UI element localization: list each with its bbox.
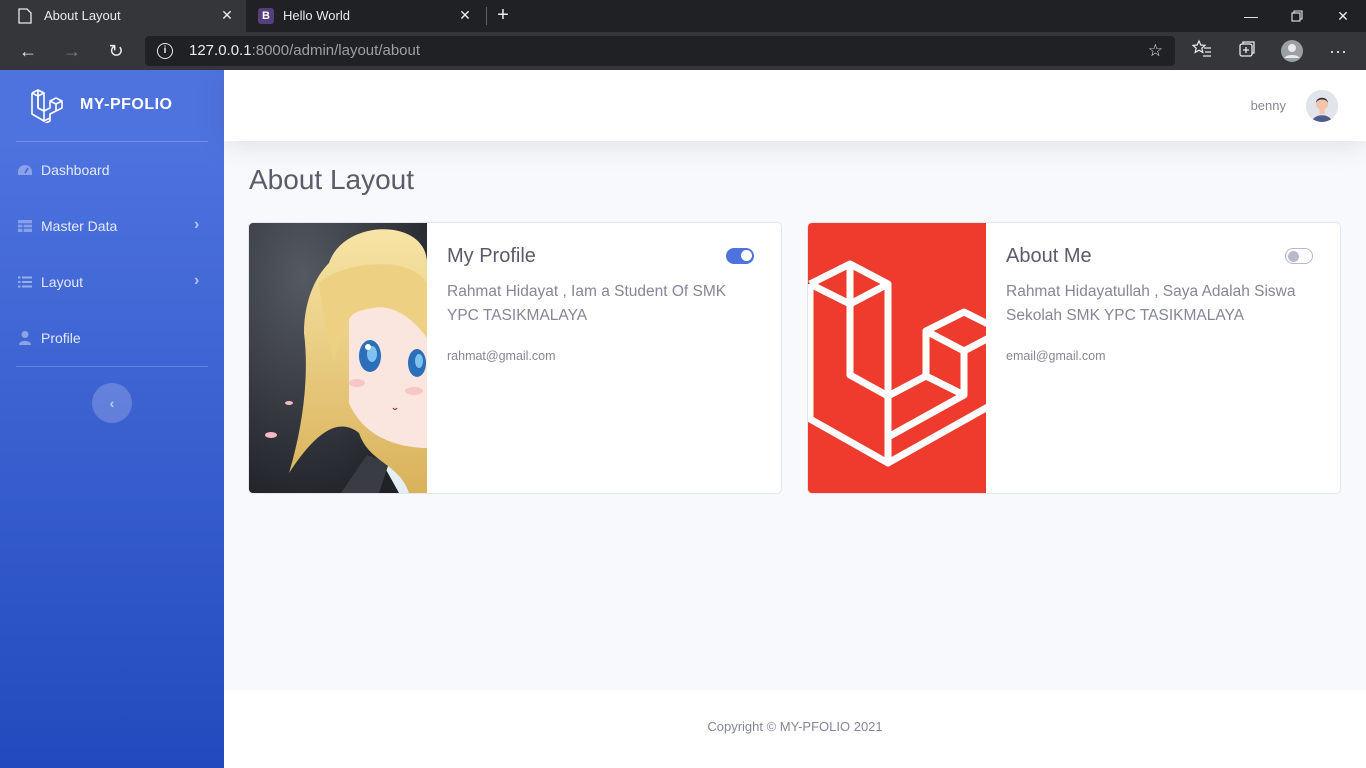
avatar-image: [1306, 90, 1338, 122]
sidebar-item-label: Master Data: [41, 218, 118, 234]
footer: Copyright © MY-PFOLIO 2021: [224, 690, 1366, 768]
page-title: About Layout: [249, 164, 415, 195]
back-icon[interactable]: ←: [16, 39, 40, 63]
brand-name: MY-PFOLIO: [80, 96, 173, 113]
copyright-text: Copyright © MY-PFOLIO 2021: [707, 719, 883, 734]
sidebar-item-label: Profile: [41, 330, 81, 346]
topbar: benny: [224, 70, 1366, 141]
laravel-logo-icon: [31, 89, 63, 123]
new-tab-icon[interactable]: +: [492, 4, 514, 26]
about-card: About Me Rahmat Hidayatullah , Saya Adal…: [807, 222, 1341, 494]
browser-tab-bar: About Layout ✕ B Hello World ✕ + — ✕: [0, 0, 1366, 32]
profile-toggle-switch[interactable]: [726, 248, 754, 264]
sidebar-brand[interactable]: MY-PFOLIO: [0, 70, 224, 140]
tab-title: About Layout: [44, 8, 121, 23]
profile-icon[interactable]: [1280, 39, 1304, 63]
chevron-right-icon: ›: [194, 272, 200, 289]
browser-toolbar: ← → ↻ i 127.0.0.1:8000/admin/layout/abou…: [0, 32, 1366, 70]
card-text: Rahmat Hidayatullah , Saya Adalah Siswa …: [1006, 283, 1296, 324]
about-toggle-switch[interactable]: [1285, 248, 1313, 264]
star-icon[interactable]: ☆: [1148, 41, 1163, 61]
tab-about-layout[interactable]: About Layout ✕: [0, 0, 246, 32]
page-icon: [18, 8, 32, 24]
user-icon: [19, 331, 31, 345]
sidebar-item-layout[interactable]: Layout ›: [0, 254, 224, 310]
sidebar-item-master-data[interactable]: Master Data ›: [0, 198, 224, 254]
sidebar-item-label: Layout: [41, 274, 84, 290]
restore-icon[interactable]: [1274, 0, 1320, 32]
card-email: email@gmail.com: [1006, 349, 1106, 363]
close-icon[interactable]: ✕: [218, 6, 236, 24]
avatar[interactable]: [1306, 90, 1338, 122]
profile-card: My Profile Rahmat Hidayat , Iam a Studen…: [248, 222, 782, 494]
sidebar-item-profile[interactable]: Profile: [0, 310, 224, 366]
info-icon[interactable]: i: [157, 43, 173, 59]
close-window-icon[interactable]: ✕: [1320, 0, 1366, 32]
page-viewport: MY-PFOLIO Dashboard Master Data › Layout…: [0, 70, 1366, 768]
switch-knob: [1288, 250, 1299, 262]
favorites-icon[interactable]: [1190, 39, 1214, 63]
table-icon: [18, 220, 32, 232]
sidebar-item-dashboard[interactable]: Dashboard: [0, 142, 224, 198]
switch-knob: [741, 250, 752, 261]
laravel-logo-image: [808, 223, 986, 493]
card-title: About Me: [1006, 245, 1092, 267]
card-text: Rahmat Hidayat , Iam a Student Of SMK YP…: [447, 283, 727, 324]
card-email: rahmat@gmail.com: [447, 349, 556, 363]
user-name[interactable]: benny: [1251, 98, 1286, 113]
reload-icon[interactable]: ↻: [104, 39, 128, 63]
collections-icon[interactable]: [1235, 39, 1259, 63]
sidebar-item-label: Dashboard: [41, 162, 110, 178]
list-icon: [18, 276, 32, 288]
url-text[interactable]: 127.0.0.1:8000/admin/layout/about: [189, 42, 420, 59]
tab-title: Hello World: [283, 8, 350, 23]
bootstrap-icon: B: [258, 8, 274, 24]
sidebar-toggle-button[interactable]: ‹: [92, 383, 132, 423]
chevron-right-icon: ›: [194, 216, 200, 233]
more-icon[interactable]: ···: [1326, 39, 1350, 63]
tab-separator: [486, 7, 487, 25]
tab-hello-world[interactable]: B Hello World ✕: [246, 0, 484, 32]
address-bar[interactable]: i 127.0.0.1:8000/admin/layout/about ☆: [145, 36, 1175, 66]
sidebar-divider: [16, 366, 208, 367]
tachometer-icon: [18, 165, 32, 175]
card-title: My Profile: [447, 245, 536, 267]
sidebar: MY-PFOLIO Dashboard Master Data › Layout…: [0, 70, 224, 768]
anime-girl-image: [249, 223, 427, 493]
close-icon[interactable]: ✕: [456, 6, 474, 24]
forward-icon[interactable]: →: [60, 39, 84, 63]
minimize-icon[interactable]: —: [1228, 0, 1274, 32]
